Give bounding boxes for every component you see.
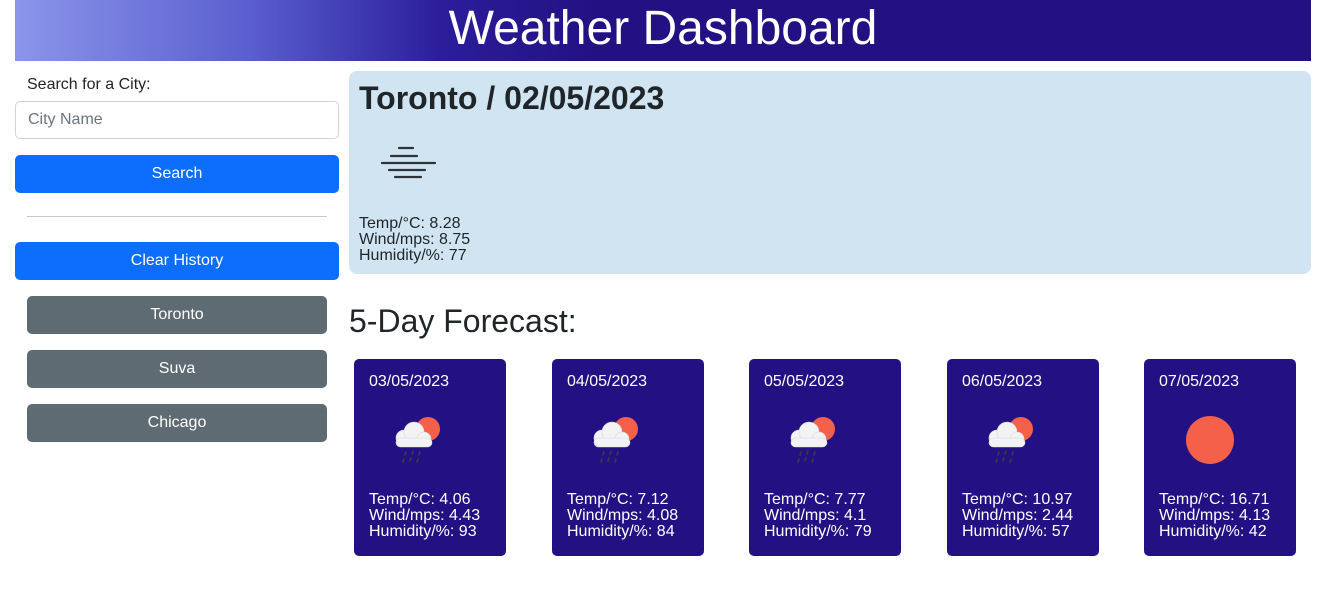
history-item-chicago[interactable]: Chicago (27, 404, 327, 442)
rain-cloud-sun-icon (983, 410, 1043, 470)
current-weather-panel: Toronto / 02/05/2023 Temp/°C: 8.28 Wind/… (349, 71, 1311, 274)
forecast-card: 05/05/2023 Temp/°C: 7.77 Wind/mps: 4.1 H… (749, 359, 901, 556)
search-button[interactable]: Search (15, 155, 339, 193)
forecast-card: 06/05/2023 Temp/°C: 10.97 Wind/mps: 2.44… (947, 359, 1099, 556)
forecast-temp: Temp/°C: 7.12 (567, 491, 669, 508)
rain-cloud-sun-icon (390, 410, 450, 470)
forecast-humidity: Humidity/%: 93 (369, 523, 477, 540)
city-search-input[interactable] (15, 101, 339, 139)
rain-cloud-sun-icon (785, 410, 845, 470)
forecast-date: 07/05/2023 (1159, 373, 1240, 390)
rain-cloud-sun-icon (588, 410, 648, 470)
current-city-date: Toronto / 02/05/2023 (359, 80, 665, 116)
search-label: Search for a City: (27, 76, 151, 93)
forecast-date: 05/05/2023 (764, 373, 845, 390)
forecast-humidity: Humidity/%: 42 (1159, 523, 1267, 540)
forecast-wind: Wind/mps: 2.44 (962, 507, 1074, 524)
sun-icon (1180, 410, 1240, 470)
forecast-temp: Temp/°C: 16.71 (1159, 491, 1270, 508)
forecast-date: 03/05/2023 (369, 373, 450, 390)
history-item-toronto[interactable]: Toronto (27, 296, 327, 334)
forecast-wind: Wind/mps: 4.13 (1159, 507, 1271, 524)
history-item-suva[interactable]: Suva (27, 350, 327, 388)
forecast-humidity: Humidity/%: 84 (567, 523, 675, 540)
forecast-wind: Wind/mps: 4.43 (369, 507, 481, 524)
page-title: Weather Dashboard (448, 1, 878, 55)
forecast-title: 5-Day Forecast: (349, 303, 577, 339)
forecast-humidity: Humidity/%: 57 (962, 523, 1070, 540)
forecast-stats: Temp/°C: 4.06 Wind/mps: 4.43 Humidity/%:… (369, 492, 480, 540)
forecast-card: 04/05/2023 Temp/°C: 7.12 Wind/mps: 4.08 … (552, 359, 704, 556)
forecast-temp: Temp/°C: 7.77 (764, 491, 866, 508)
current-temp: Temp/°C: 8.28 (359, 215, 461, 232)
forecast-date: 04/05/2023 (567, 373, 648, 390)
forecast-card: 07/05/2023 Temp/°C: 16.71 Wind/mps: 4.13… (1144, 359, 1296, 556)
forecast-temp: Temp/°C: 4.06 (369, 491, 471, 508)
forecast-stats: Temp/°C: 7.77 Wind/mps: 4.1 Humidity/%: … (764, 492, 872, 540)
forecast-stats: Temp/°C: 16.71 Wind/mps: 4.13 Humidity/%… (1159, 492, 1270, 540)
current-wind: Wind/mps: 8.75 (359, 231, 471, 248)
forecast-stats: Temp/°C: 7.12 Wind/mps: 4.08 Humidity/%:… (567, 492, 678, 540)
clear-history-button[interactable]: Clear History (15, 242, 339, 280)
forecast-stats: Temp/°C: 10.97 Wind/mps: 2.44 Humidity/%… (962, 492, 1073, 540)
forecast-card: 03/05/2023 Temp/°C: 4.06 Wind/mps: 4.43 … (354, 359, 506, 556)
forecast-temp: Temp/°C: 10.97 (962, 491, 1073, 508)
current-humidity: Humidity/%: 77 (359, 247, 467, 264)
divider (27, 216, 327, 217)
forecast-date: 06/05/2023 (962, 373, 1043, 390)
search-history-list: Toronto Suva Chicago (27, 296, 327, 458)
page-header: Weather Dashboard (15, 0, 1311, 61)
forecast-humidity: Humidity/%: 79 (764, 523, 872, 540)
current-stats: Temp/°C: 8.28 Wind/mps: 8.75 Humidity/%:… (359, 216, 470, 264)
forecast-wind: Wind/mps: 4.1 (764, 507, 867, 524)
forecast-wind: Wind/mps: 4.08 (567, 507, 679, 524)
fog-icon (379, 144, 439, 184)
